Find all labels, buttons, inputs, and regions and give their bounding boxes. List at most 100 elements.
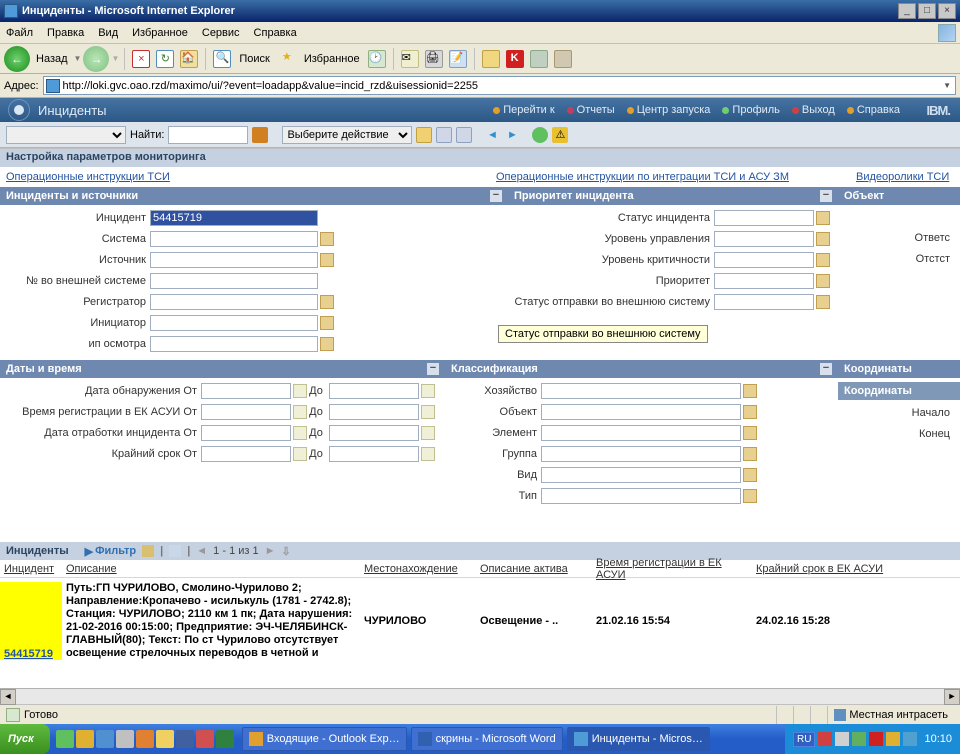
input-element[interactable] <box>541 425 741 441</box>
col-desc[interactable]: Описание <box>62 563 360 575</box>
ql-icon[interactable] <box>176 730 194 748</box>
tool-warn-icon[interactable]: ⚠ <box>552 127 568 143</box>
mail-button[interactable]: ✉ <box>399 48 421 70</box>
grid-download-icon[interactable]: ⇩ <box>282 545 291 558</box>
input-deadline-to[interactable] <box>329 446 419 462</box>
scroll-left-icon[interactable]: ◄ <box>0 689 16 705</box>
nav-launch[interactable]: Центр запуска <box>627 104 711 116</box>
lookup-icon[interactable] <box>743 384 757 398</box>
lookup-icon[interactable] <box>743 489 757 503</box>
task-word[interactable]: скрины - Microsoft Word <box>411 727 563 751</box>
minimize-panel-icon[interactable]: − <box>820 190 832 202</box>
back-button[interactable]: ← <box>4 46 30 72</box>
folder-button[interactable] <box>480 48 502 70</box>
ql-icon[interactable] <box>196 730 214 748</box>
input-reg-to[interactable] <box>329 404 419 420</box>
input-detect-from[interactable] <box>201 383 291 399</box>
calendar-icon[interactable] <box>293 426 307 440</box>
lookup-icon[interactable] <box>320 253 334 267</box>
input-type[interactable] <box>541 488 741 504</box>
input-proc-to[interactable] <box>329 425 419 441</box>
lookup-icon[interactable] <box>816 295 830 309</box>
grid-next-icon[interactable]: ► <box>265 545 276 557</box>
input-reg-from[interactable] <box>201 404 291 420</box>
search-label[interactable]: Поиск <box>235 53 273 65</box>
link-tsi[interactable]: Операционные инструкции ТСИ <box>6 171 496 183</box>
input-object[interactable] <box>541 404 741 420</box>
input-kind[interactable] <box>541 467 741 483</box>
tool-prev-icon[interactable]: ◄ <box>484 127 500 143</box>
action-select[interactable]: Выберите действие <box>282 126 412 144</box>
input-source[interactable] <box>150 252 318 268</box>
scroll-right-icon[interactable]: ► <box>944 689 960 705</box>
lookup-icon[interactable] <box>320 232 334 246</box>
back-label[interactable]: Назад <box>32 53 72 65</box>
input-priority[interactable] <box>714 273 814 289</box>
lookup-icon[interactable] <box>743 447 757 461</box>
tray-icon[interactable] <box>818 732 832 746</box>
calendar-icon[interactable] <box>421 426 435 440</box>
menu-favorites[interactable]: Избранное <box>132 27 188 39</box>
task-outlook[interactable]: Входящие - Outlook Exp… <box>242 727 407 751</box>
close-button[interactable]: × <box>938 3 956 19</box>
lookup-icon[interactable] <box>320 337 334 351</box>
tray-icon[interactable] <box>903 732 917 746</box>
input-registrar[interactable] <box>150 294 318 310</box>
tool-save-icon[interactable] <box>436 127 452 143</box>
minimize-panel-icon[interactable]: − <box>820 363 832 375</box>
refresh-button[interactable]: ↻ <box>154 48 176 70</box>
address-input[interactable] <box>63 80 942 92</box>
input-deadline-from[interactable] <box>201 446 291 462</box>
tool-route-icon[interactable] <box>532 127 548 143</box>
maximize-button[interactable]: □ <box>918 3 936 19</box>
minimize-panel-icon[interactable]: − <box>490 190 502 202</box>
minimize-button[interactable]: _ <box>898 3 916 19</box>
input-extnum[interactable] <box>150 273 318 289</box>
ql-icon[interactable] <box>136 730 154 748</box>
forward-button[interactable]: → <box>83 46 109 72</box>
input-proc-from[interactable] <box>201 425 291 441</box>
clock[interactable]: 10:10 <box>924 733 952 745</box>
lookup-icon[interactable] <box>816 211 830 225</box>
input-mgmt[interactable] <box>714 231 814 247</box>
input-incident[interactable] <box>150 210 318 226</box>
tool-clear-icon[interactable] <box>456 127 472 143</box>
tray-icon[interactable] <box>835 732 849 746</box>
tray-kaspersky-icon[interactable] <box>869 732 883 746</box>
horizontal-scrollbar[interactable]: ◄ ► <box>0 688 960 704</box>
plugin2-icon[interactable] <box>552 48 574 70</box>
find-icon[interactable] <box>252 127 268 143</box>
input-detect-to[interactable] <box>329 383 419 399</box>
input-ipinsp[interactable] <box>150 336 318 352</box>
lang-indicator[interactable]: RU <box>793 732 815 747</box>
menu-edit[interactable]: Правка <box>47 27 84 39</box>
lookup-icon[interactable] <box>743 405 757 419</box>
grid-filter[interactable]: ▶Фильтр <box>85 545 137 558</box>
input-economy[interactable] <box>541 383 741 399</box>
grid-icon[interactable] <box>169 545 181 557</box>
lookup-icon[interactable] <box>816 232 830 246</box>
grid-icon[interactable] <box>142 545 154 557</box>
ql-icon[interactable] <box>116 730 134 748</box>
lookup-icon[interactable] <box>743 468 757 482</box>
menu-help[interactable]: Справка <box>254 27 297 39</box>
lookup-icon[interactable] <box>816 253 830 267</box>
start-button[interactable]: Пуск <box>0 724 50 754</box>
ql-icon[interactable] <box>156 730 174 748</box>
input-system[interactable] <box>150 231 318 247</box>
lookup-icon[interactable] <box>320 316 334 330</box>
tray-icon[interactable] <box>886 732 900 746</box>
back-dropdown-icon[interactable]: ▼ <box>74 54 82 63</box>
link-video[interactable]: Видеоролики ТСИ <box>856 171 949 183</box>
nav-goto[interactable]: Перейти к <box>493 104 554 116</box>
tray-icon[interactable] <box>852 732 866 746</box>
nav-reports[interactable]: Отчеты <box>567 104 615 116</box>
ql-icon[interactable] <box>96 730 114 748</box>
calendar-icon[interactable] <box>293 384 307 398</box>
link-integration[interactable]: Операционные инструкции по интеграции ТС… <box>496 171 856 183</box>
col-deadline[interactable]: Крайний срок в ЕК АСУИ <box>752 563 922 575</box>
col-incident[interactable]: Инцидент <box>0 563 62 575</box>
menu-tools[interactable]: Сервис <box>202 27 240 39</box>
minimize-panel-icon[interactable]: − <box>427 363 439 375</box>
forward-dropdown-icon[interactable]: ▼ <box>111 54 119 63</box>
